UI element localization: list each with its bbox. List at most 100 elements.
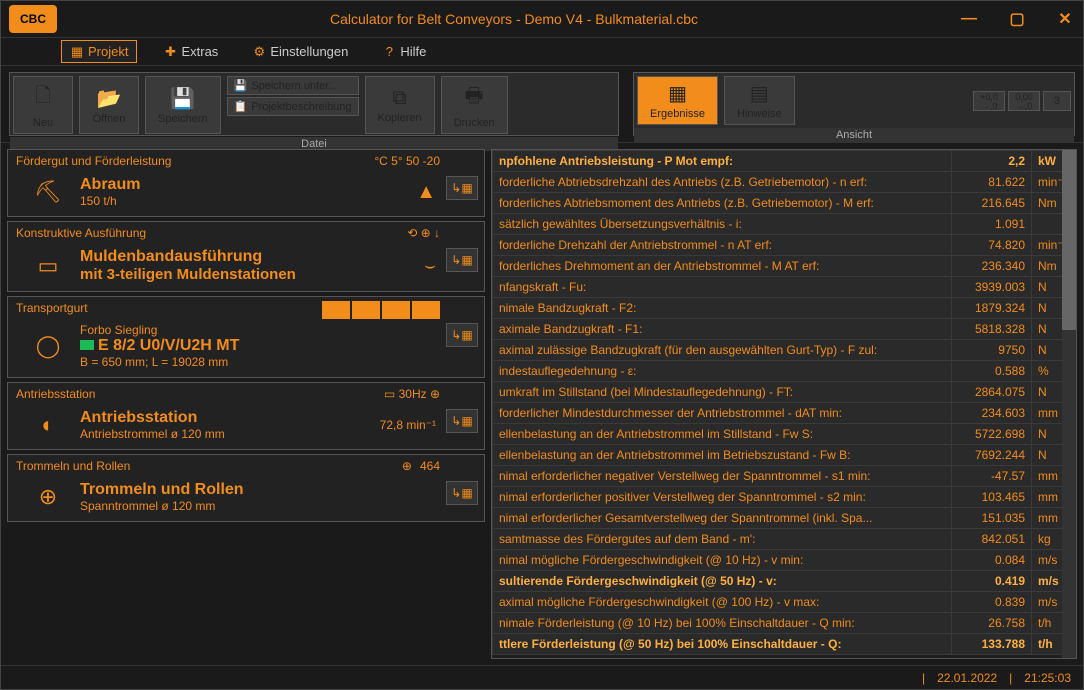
results-table: npfohlene Antriebsleistung - P Mot empf:…: [492, 150, 1076, 655]
roller-icon: ⊕: [28, 483, 68, 511]
card-antriebsstation[interactable]: Antriebsstation ▭ 30Hz ⊕ ↳▦ ◐ Antriebsst…: [7, 382, 485, 450]
menu-label: Projekt: [88, 44, 128, 59]
result-row[interactable]: aximale Bandzugkraft - F1:5818.328N: [493, 319, 1076, 340]
result-row[interactable]: aximal mögliche Fördergeschwindigkeit (@…: [493, 592, 1076, 613]
result-row[interactable]: forderlicher Mindestdurchmesser der Antr…: [493, 403, 1076, 424]
result-row[interactable]: samtmasse des Fördergutes auf dem Band -…: [493, 529, 1076, 550]
ribbon: 🗋Neu 📂 Öffnen 💾 Speichern 💾Speichern unter…: [1, 65, 1083, 143]
button-label: Speichern: [158, 113, 208, 125]
result-row[interactable]: nimale Förderleistung (@ 10 Hz) bei 100%…: [493, 613, 1076, 634]
result-label: aximal zulässige Bandzugkraft (für den a…: [493, 340, 952, 361]
count-badge: 464: [420, 459, 440, 473]
button-label: Öffnen: [93, 113, 126, 125]
result-label: samtmasse des Fördergutes auf dem Band -…: [493, 529, 952, 550]
projektbeschreibung-button[interactable]: 📋Projektbeschreibung: [227, 97, 359, 116]
ribbon-gap: [619, 72, 633, 136]
ribbon-group-datei: 🗋Neu 📂 Öffnen 💾 Speichern 💾Speichern unter…: [9, 72, 619, 136]
decimal-places-field[interactable]: 3: [1043, 91, 1071, 111]
card-expand-button[interactable]: ↳▦: [446, 409, 478, 433]
card-subtitle: Spanntrommel ø 120 mm: [80, 499, 244, 513]
result-value: 0.588: [952, 361, 1032, 382]
result-row[interactable]: nimal mögliche Fördergeschwindigkeit (@ …: [493, 550, 1076, 571]
menu-einstellungen[interactable]: ⚙Einstellungen: [244, 41, 356, 62]
result-value: 26.758: [952, 613, 1032, 634]
result-row[interactable]: ttlere Förderleistung (@ 50 Hz) bei 100%…: [493, 634, 1076, 655]
result-row[interactable]: forderliches Drehmoment an der Antriebst…: [493, 256, 1076, 277]
result-row[interactable]: forderliches Abtriebsmoment des Antriebs…: [493, 193, 1076, 214]
button-label: Projektbeschreibung: [251, 101, 351, 113]
ribbon-buttons-datei: 🗋Neu 📂 Öffnen 💾 Speichern 💾Speichern unter…: [10, 73, 618, 137]
ribbon-group-ansicht: ▦Ergebnisse ▤Hinweise +0,0→,0 0,00→,0 3 …: [633, 72, 1075, 136]
kopieren-button[interactable]: ⧉Kopieren: [365, 76, 435, 134]
window-title: Calculator for Belt Conveyors - Demo V4 …: [69, 11, 959, 27]
result-value: 9750: [952, 340, 1032, 361]
result-label: forderliches Drehmoment an der Antriebst…: [493, 256, 952, 277]
result-row[interactable]: sätzlich gewähltes Übersetzungsverhältni…: [493, 214, 1076, 235]
result-row[interactable]: nfangskraft - Fu:3939.003N: [493, 277, 1076, 298]
close-button[interactable]: ✕: [1055, 9, 1075, 29]
folder-open-icon: 📂: [97, 86, 122, 111]
result-row[interactable]: npfohlene Antriebsleistung - P Mot empf:…: [493, 151, 1076, 172]
result-label: aximal mögliche Fördergeschwindigkeit (@…: [493, 592, 952, 613]
result-row[interactable]: forderliche Drehzahl der Antriebstrommel…: [493, 235, 1076, 256]
save-icon: 💾: [170, 86, 195, 111]
statusbar: | 22.01.2022 | 21:25:03: [1, 665, 1083, 689]
result-label: forderlicher Mindestdurchmesser der Antr…: [493, 403, 952, 424]
card-subtitle: 150 t/h: [80, 194, 140, 208]
result-row[interactable]: aximal zulässige Bandzugkraft (für den a…: [493, 340, 1076, 361]
minimize-button[interactable]: —: [959, 9, 979, 29]
card-body: ⊕ Trommeln und Rollen Spanntrommel ø 120…: [16, 477, 476, 517]
result-label: ellenbelastung an der Antriebstrommel im…: [493, 424, 952, 445]
card-indicators: ▭ 30Hz ⊕: [384, 387, 440, 401]
card-expand-button[interactable]: ↳▦: [446, 248, 478, 272]
result-label: sultierende Fördergeschwindigkeit (@ 50 …: [493, 571, 952, 592]
scrollbar[interactable]: [1062, 150, 1076, 658]
result-row[interactable]: nimale Bandzugkraft - F2:1879.324N: [493, 298, 1076, 319]
speichern-unter-button[interactable]: 💾Speichern unter...: [227, 76, 359, 95]
result-row[interactable]: umkraft im Stillstand (bei Mindestaufleg…: [493, 382, 1076, 403]
result-label: nimal erforderlicher negativer Verstellw…: [493, 466, 952, 487]
card-transportgurt[interactable]: Transportgurt ↳▦ ◯ Forbo Siegling E 8/2 …: [7, 296, 485, 378]
heap-icon: ▲: [416, 181, 436, 204]
result-row[interactable]: indestauflegedehnung - ε:0.588%: [493, 361, 1076, 382]
ergebnisse-button[interactable]: ▦Ergebnisse: [637, 76, 718, 125]
card-title: Abraum: [80, 176, 140, 194]
speichern-button[interactable]: 💾 Speichern: [145, 76, 221, 134]
card-body: ◐ Antriebsstation Antriebstrommel ø 120 …: [16, 405, 476, 445]
decrease-decimal-button[interactable]: 0,00→,0: [1008, 91, 1040, 111]
result-value: 1.091: [952, 214, 1032, 235]
card-expand-button[interactable]: ↳▦: [446, 323, 478, 347]
result-label: sätzlich gewähltes Übersetzungsverhältni…: [493, 214, 952, 235]
offnen-button[interactable]: 📂 Öffnen: [79, 76, 139, 134]
result-row[interactable]: ellenbelastung an der Antriebstrommel im…: [493, 424, 1076, 445]
result-row[interactable]: nimal erforderlicher Gesamtverstellweg d…: [493, 508, 1076, 529]
drucken-button[interactable]: 🖶Drucken: [441, 76, 508, 134]
menubar: ▦Projekt ✚Extras ⚙Einstellungen ?Hilfe: [1, 37, 1083, 65]
maximize-button[interactable]: ▢: [1007, 9, 1027, 29]
card-fordergut[interactable]: Fördergut und Förderleistung °C 5° 50 -2…: [7, 149, 485, 217]
menu-hilfe[interactable]: ?Hilfe: [374, 41, 434, 62]
scrollbar-thumb[interactable]: [1062, 150, 1076, 330]
result-value: 0.084: [952, 550, 1032, 571]
result-row[interactable]: nimal erforderlicher positiver Verstellw…: [493, 487, 1076, 508]
card-konstruktiv[interactable]: Konstruktive Ausführung ⟲ ⊕ ↓ ↳▦ ▭ Mulde…: [7, 221, 485, 292]
increase-decimal-button[interactable]: +0,0→,0: [973, 91, 1005, 111]
menu-projekt[interactable]: ▦Projekt: [61, 40, 137, 63]
print-icon: 🖶: [465, 81, 484, 115]
card-expand-button[interactable]: ↳▦: [446, 176, 478, 200]
card-expand-button[interactable]: ↳▦: [446, 481, 478, 505]
menu-extras[interactable]: ✚Extras: [155, 41, 226, 62]
result-row[interactable]: forderliche Abtriebsdrehzahl des Antrieb…: [493, 172, 1076, 193]
card-title: E 8/2 U0/V/U2H MT: [80, 337, 239, 355]
result-value: 5818.328: [952, 319, 1032, 340]
card-trommeln[interactable]: Trommeln und Rollen ⊕ 464 ↳▦ ⊕ Trommeln …: [7, 454, 485, 522]
result-row[interactable]: nimal erforderlicher negativer Verstellw…: [493, 466, 1076, 487]
result-value: 3939.003: [952, 277, 1032, 298]
result-row[interactable]: sultierende Fördergeschwindigkeit (@ 50 …: [493, 571, 1076, 592]
hinweise-button[interactable]: ▤Hinweise: [724, 76, 795, 125]
card-text: Muldenbandausführung mit 3-teiligen Muld…: [80, 248, 296, 283]
result-value: 842.051: [952, 529, 1032, 550]
status-time: 21:25:03: [1024, 671, 1071, 685]
result-row[interactable]: ellenbelastung an der Antriebstrommel im…: [493, 445, 1076, 466]
neu-button[interactable]: 🗋Neu: [13, 76, 73, 134]
